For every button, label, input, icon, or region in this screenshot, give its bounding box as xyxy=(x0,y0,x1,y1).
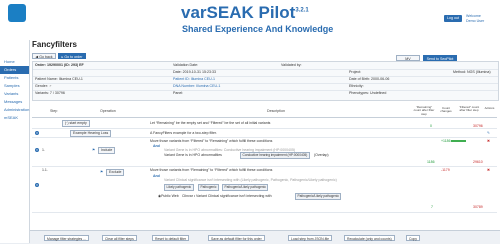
brand-tagline: Shared Experience And Knowledge xyxy=(182,24,334,34)
rule-summary: Variant Clinical significance isn't inte… xyxy=(164,178,337,182)
example-node[interactable]: Example Hearing Loss xyxy=(70,130,112,137)
order-label: Order: 19290001 (ID: 293) EF xyxy=(35,63,84,67)
logout-button[interactable]: Log out xyxy=(444,15,462,22)
go-back-button[interactable]: ◀ Go back xyxy=(32,53,56,59)
header-operation: Operation xyxy=(100,109,116,113)
sidebar-item-home[interactable]: Home xyxy=(0,58,29,66)
include-icon: ⚑ xyxy=(92,148,96,152)
step-number: 1.1. xyxy=(42,168,48,172)
sidebar-item-orders[interactable]: Orders xyxy=(0,66,29,74)
and-label: And xyxy=(153,144,160,148)
load-json-button[interactable]: Load step from JSON-file xyxy=(288,235,333,241)
filtered-count: 30789 xyxy=(473,205,483,209)
exclude-node[interactable]: Exclude xyxy=(106,169,125,176)
date-of-birth: Date of Birth: 2000-06-06 xyxy=(349,77,390,81)
overlap-label: (Overlap) xyxy=(314,153,329,157)
order-date: Date: 2019-10-31 15:23:33 xyxy=(173,70,216,74)
save-default-button[interactable]: Save as default filter for this order xyxy=(208,235,265,241)
row-description: Move those variants from “Remaining” to … xyxy=(150,168,273,172)
patient-name: Patient Name: Illumina CEU-1 xyxy=(35,77,83,81)
sidebar-item-samples[interactable]: Samples xyxy=(0,82,29,90)
expand-icon[interactable]: ▾ xyxy=(35,183,39,187)
welcome-text: Welcome Demo User xyxy=(466,14,485,23)
table-row: (·) start empty Let “Remaining” be the e… xyxy=(32,118,497,129)
table-row: ▾ 1.1. ⚑ Exclude Move those variants fro… xyxy=(32,167,497,213)
copy-button[interactable]: Copy xyxy=(406,235,420,241)
step-number: 1. xyxy=(42,148,45,152)
footer-toolbar: Manage filter strategies ... Clear all f… xyxy=(30,230,500,244)
rule-text: Variant Gene is in HPO abnormalities xyxy=(164,153,222,157)
top-bar: varSEAK Pilot3.2.1 Shared Experience And… xyxy=(0,0,500,40)
and-label: And xyxy=(153,174,160,178)
filter-table-header: Step Operation Description “Remaining” c… xyxy=(32,105,497,118)
header-actions: Actions xyxy=(484,106,495,110)
filtered-count: 30796 xyxy=(473,124,483,128)
header-count-changes: Count changes xyxy=(440,106,452,114)
delete-icon[interactable]: ✖ xyxy=(487,168,490,172)
brand-name: varSEAK Pilot3.2.1 xyxy=(181,3,309,22)
table-row: ▾ Example Hearing Loss A FancyFilters ex… xyxy=(32,129,497,138)
remaining-count: 0 xyxy=(430,124,432,128)
manage-strategies-button[interactable]: Manage filter strategies ... xyxy=(44,235,90,241)
method-label: Method: NGS (Illumina) xyxy=(453,70,491,74)
variants-count: Variants: 7 / 30796 xyxy=(35,91,65,95)
clear-steps-button[interactable]: Clear all filter steps xyxy=(102,235,137,241)
project-label: Project: xyxy=(349,70,362,74)
row-description: Move those variants from “Filtered” to “… xyxy=(150,139,273,143)
app-logo xyxy=(8,4,26,22)
recalculate-button[interactable]: Recalculate (only and counts) xyxy=(344,235,395,241)
panel-label: Panel: xyxy=(173,91,184,95)
expand-icon[interactable]: ▾ xyxy=(35,131,39,135)
clinsig-chip-2[interactable]: Pathogenic xyxy=(198,184,219,191)
validated-by-label: Validated by: xyxy=(281,63,302,67)
header-remaining-count: “Remaining” count after filter step xyxy=(413,105,435,116)
sidebar-item-administration[interactable]: Administration xyxy=(0,106,29,114)
page-title: Fancyfilters xyxy=(32,40,77,49)
expand-icon[interactable]: ▾ xyxy=(35,148,39,152)
ethnicity: Ethnicity: xyxy=(349,84,364,88)
count-change: -1179 xyxy=(441,168,450,172)
sidebar-item-messages[interactable]: Messages xyxy=(0,98,29,106)
delete-icon[interactable]: ✖ xyxy=(487,139,490,143)
row-description: Let “Remaining” be the empty set and “Fi… xyxy=(150,121,271,125)
remaining-count: 1186 xyxy=(427,160,435,164)
table-row: ▾ 1. ⚑ Include Move those variants from … xyxy=(32,138,497,167)
exclude-icon: ⚑ xyxy=(100,170,104,174)
change-bar xyxy=(451,140,466,142)
order-info-panel: Order: 19290001 (ID: 293) EF Validation … xyxy=(32,61,499,101)
dna-number-link[interactable]: DNA Number: Illumina CEU-1 xyxy=(173,83,220,90)
phenotypes: Phenotypes: Undefined xyxy=(349,91,387,95)
row-description: A FancyFilters example for a two-step fi… xyxy=(150,131,217,135)
clinsig-chip-3[interactable]: Pathogenic/Likely pathogenic xyxy=(222,184,269,191)
hpo-chip[interactable]: Conductive hearing impairment (HP:000040… xyxy=(240,152,310,159)
reset-default-button[interactable]: Reset to default filter xyxy=(152,235,190,241)
start-empty-node[interactable]: (·) start empty xyxy=(62,120,90,127)
go-to-order-button[interactable]: ▸ Go to order xyxy=(58,53,86,59)
main-content: Fancyfilters ◀ Go back ▸ Go to order MV … xyxy=(30,40,500,243)
remaining-count: 7 xyxy=(431,205,433,209)
patient-id-link[interactable]: Patient ID: Illumina CEU-1 xyxy=(173,76,215,83)
public-rule: Clinvar • Variant Clinical significance … xyxy=(182,194,272,198)
header-step: Step xyxy=(50,109,58,113)
include-node[interactable]: Include xyxy=(98,147,116,154)
public-web-label: ◉ Public Web xyxy=(158,194,179,198)
gender: Gender: ♂ xyxy=(35,84,52,88)
filtered-count: 29610 xyxy=(473,160,483,164)
public-chip[interactable]: Pathogenic/Likely pathogenic xyxy=(295,193,342,200)
header-description: Description xyxy=(267,109,285,113)
sidebar-item-mseak[interactable]: mSEAK xyxy=(0,114,29,122)
sidebar: Home Orders Patients Samples Variants Me… xyxy=(0,40,30,243)
sidebar-item-patients[interactable]: Patients xyxy=(0,74,29,82)
validation-date-label: Validation Date: xyxy=(173,63,199,67)
sidebar-item-variants[interactable]: Variants xyxy=(0,90,29,98)
count-change: +1186 xyxy=(441,139,451,143)
clinsig-chip-1[interactable]: Likely pathogenic xyxy=(164,184,194,191)
header-filtered-count: “Filtered” count after filter step xyxy=(458,105,480,113)
edit-icon[interactable]: ✎ xyxy=(487,131,490,135)
